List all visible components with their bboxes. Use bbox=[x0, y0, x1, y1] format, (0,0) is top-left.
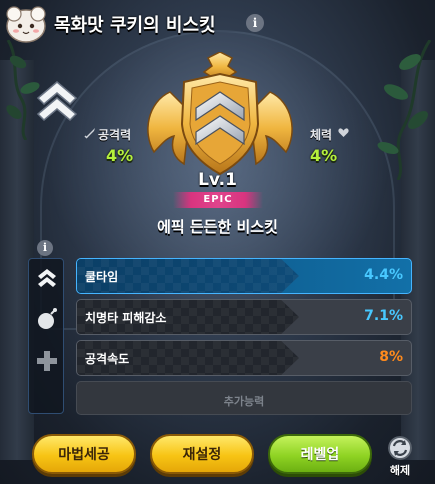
leaves-decoration-right bbox=[377, 40, 432, 180]
reset-button[interactable]: 재설정 bbox=[150, 434, 254, 474]
header-bar: 목화맛 쿠키의 비스킷 i bbox=[0, 0, 435, 50]
biscuit-name: 에픽 든든한 비스킷 bbox=[157, 218, 278, 236]
option-name: 공격속도 bbox=[85, 352, 130, 366]
option-icon-rail bbox=[28, 258, 64, 414]
option-row-cooldown[interactable]: 쿨타임 4.4% bbox=[76, 258, 412, 294]
attack-label: 공격력 bbox=[98, 128, 132, 142]
level-up-button[interactable]: 레벨업 bbox=[268, 434, 372, 474]
option-value: 7.1% bbox=[364, 308, 403, 324]
release-button[interactable]: 해제 bbox=[380, 436, 420, 477]
biscuit-crest-emblem bbox=[147, 52, 293, 176]
option-name: 치명타 피해감소 bbox=[85, 311, 167, 325]
rarity-badge: EPIC bbox=[173, 192, 263, 208]
option-name: 추가능력 bbox=[223, 395, 265, 408]
cookie-avatar-icon bbox=[6, 6, 46, 43]
option-row-attack-speed[interactable]: 공격속도 8% bbox=[76, 340, 412, 376]
level-label: Lv.1 bbox=[198, 170, 237, 190]
heart-icon bbox=[338, 128, 349, 137]
attack-value: 4% bbox=[106, 146, 134, 165]
refresh-icon bbox=[388, 436, 412, 460]
page-title: 목화맛 쿠키의 비스킷 bbox=[54, 15, 216, 36]
double-chevron-up-icon bbox=[36, 81, 78, 122]
option-value: 4.4% bbox=[364, 267, 403, 283]
info-icon[interactable]: i bbox=[246, 14, 264, 32]
double-chevron-up-icon bbox=[38, 269, 56, 287]
option-value: 8% bbox=[379, 349, 403, 365]
release-label: 해제 bbox=[389, 464, 411, 477]
plus-icon bbox=[37, 351, 57, 371]
option-row-crit-damage-reduction[interactable]: 치명타 피해감소 7.1% bbox=[76, 299, 412, 335]
option-row-locked-extra: 추가능력 bbox=[76, 381, 412, 415]
magic-forge-button[interactable]: 마법세공 bbox=[32, 434, 136, 474]
option-name: 쿨타임 bbox=[85, 270, 119, 284]
hp-label: 체력 bbox=[310, 128, 333, 142]
bomb-icon bbox=[38, 308, 57, 329]
sword-icon bbox=[84, 128, 95, 139]
hp-value: 4% bbox=[310, 146, 338, 165]
options-info-icon[interactable]: i bbox=[37, 240, 53, 256]
